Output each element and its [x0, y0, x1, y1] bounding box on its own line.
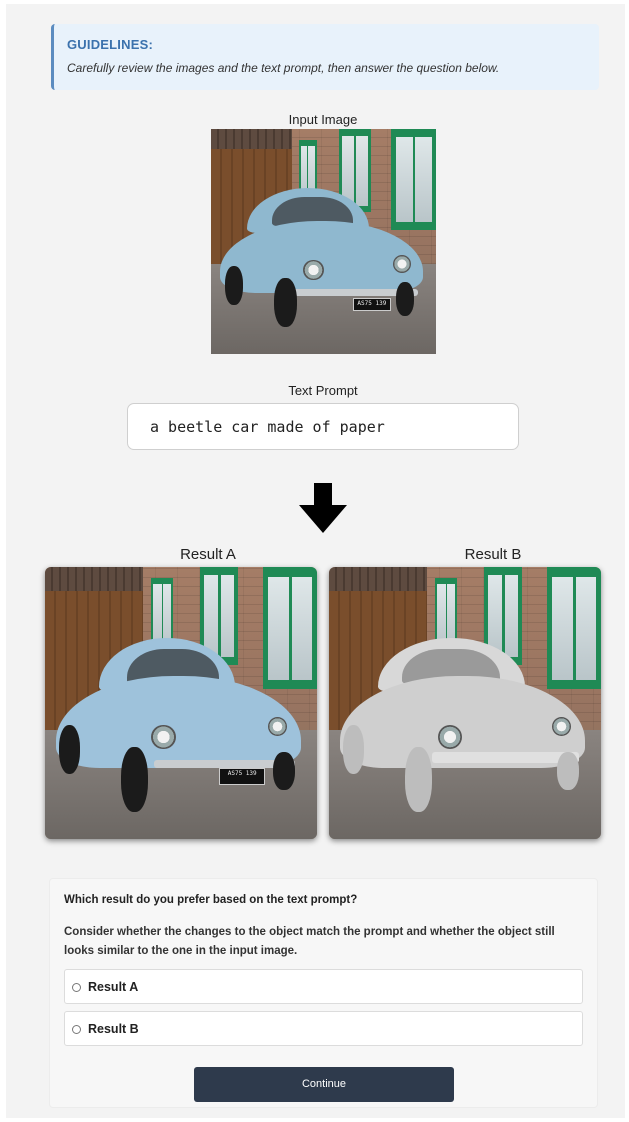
result-a-image: AS75 139 [45, 567, 317, 839]
result-b-caption: Result B [464, 546, 522, 563]
option-result-b[interactable]: Result B [64, 1011, 583, 1046]
continue-button[interactable]: Continue [194, 1067, 454, 1102]
text-prompt-caption: Text Prompt [288, 383, 358, 398]
option-result-a[interactable]: Result A [64, 969, 583, 1004]
license-plate: AS75 139 [352, 297, 391, 312]
radio-icon[interactable] [72, 1025, 81, 1034]
guidelines-text: Carefully review the images and the text… [67, 61, 500, 75]
option-label: Result B [88, 1022, 139, 1036]
license-plate: AS75 139 [219, 768, 266, 785]
text-prompt-box: a beetle car made of paper [127, 403, 519, 450]
input-image-caption: Input Image [288, 112, 358, 127]
guidelines-title: GUIDELINES: [67, 37, 153, 52]
result-a-caption: Result A [180, 546, 236, 563]
guidelines-box: GUIDELINES: Carefully review the images … [51, 24, 599, 90]
page: GUIDELINES: Carefully review the images … [6, 4, 625, 1118]
down-arrow-icon [299, 483, 347, 533]
result-b-image [329, 567, 601, 839]
question-title: Which result do you prefer based on the … [64, 894, 358, 906]
question-panel: Which result do you prefer based on the … [49, 878, 598, 1108]
input-image: AS75 139 [211, 129, 436, 354]
option-label: Result A [88, 980, 139, 994]
question-detail: Consider whether the changes to the obje… [64, 926, 555, 957]
radio-icon[interactable] [72, 983, 81, 992]
